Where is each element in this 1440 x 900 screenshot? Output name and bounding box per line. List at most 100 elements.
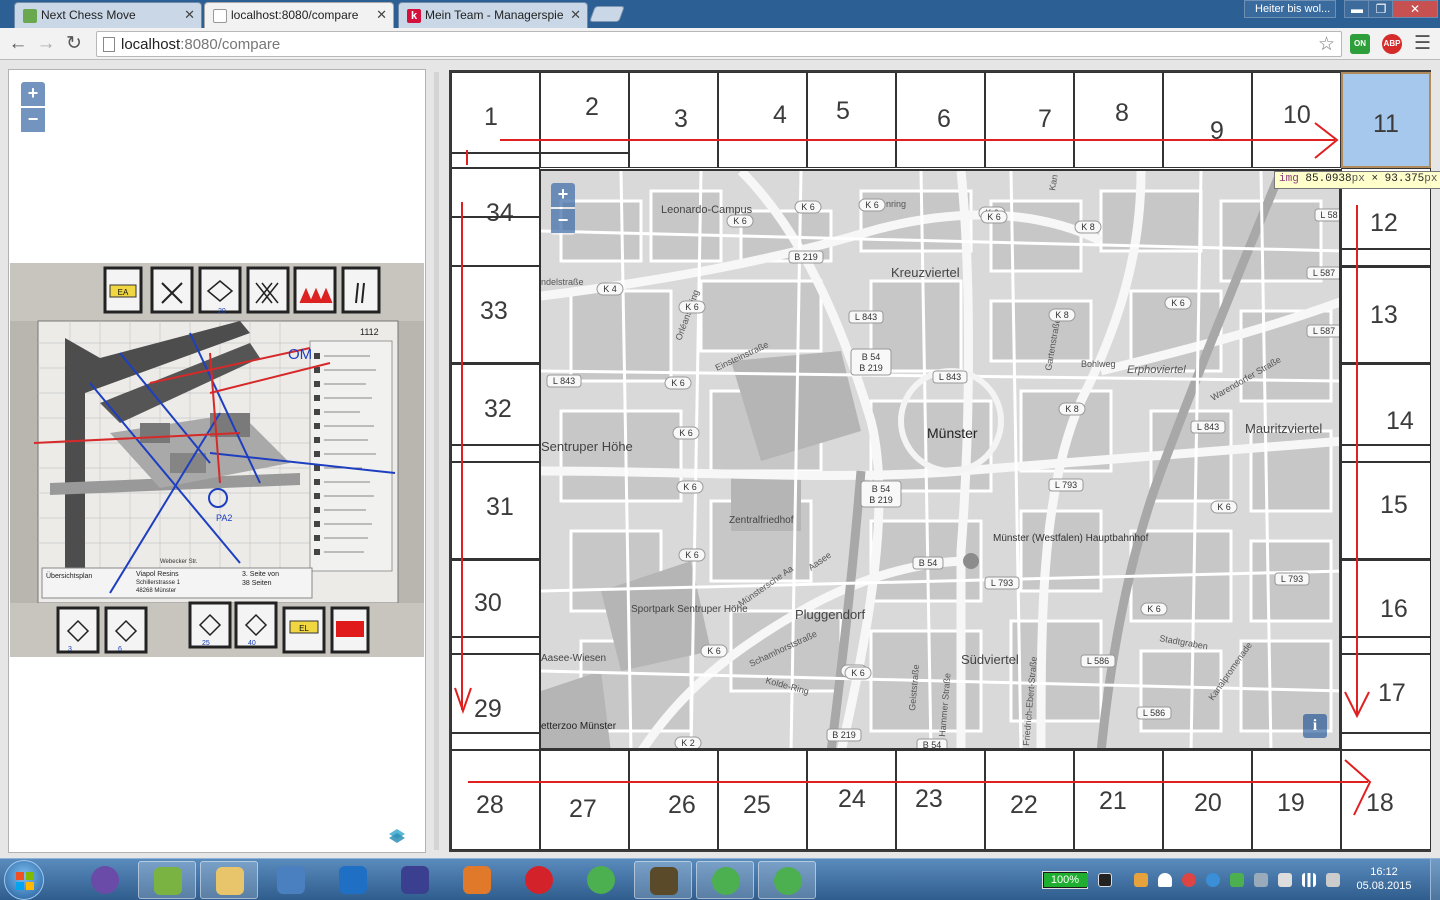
board-field-5[interactable]: 5 bbox=[807, 72, 896, 168]
chrome-icon bbox=[587, 866, 615, 894]
board-field-32[interactable]: 32 bbox=[451, 364, 540, 462]
board-field-8[interactable]: 8 bbox=[1074, 72, 1163, 168]
close-tab-icon[interactable]: ✕ bbox=[376, 7, 387, 23]
close-tab-icon[interactable]: ✕ bbox=[184, 7, 195, 23]
adblock-plus-icon[interactable]: ABP bbox=[1382, 34, 1402, 54]
back-arrow-icon[interactable]: ← bbox=[6, 32, 30, 56]
extension-on-icon[interactable]: ON bbox=[1350, 34, 1370, 54]
security-shield-icon[interactable] bbox=[1230, 873, 1244, 887]
svg-text:L 843: L 843 bbox=[553, 376, 575, 386]
svg-text:K 6: K 6 bbox=[707, 646, 721, 656]
svg-text:K 6: K 6 bbox=[685, 550, 699, 560]
battery-indicator[interactable]: 100% bbox=[1042, 871, 1088, 889]
board-field-29[interactable]: 29 bbox=[451, 654, 540, 750]
chrome-menu-icon[interactable]: ☰ bbox=[1414, 32, 1431, 55]
reload-icon[interactable]: ↻ bbox=[62, 32, 86, 56]
volume-muted-icon[interactable] bbox=[1326, 873, 1340, 887]
windows-taskbar: 100% 16:12 05.08.2015 bbox=[0, 858, 1440, 900]
taskbar-opera[interactable] bbox=[510, 861, 568, 899]
board-field-4[interactable]: 4 bbox=[718, 72, 807, 168]
board-field-19[interactable]: 19 bbox=[1252, 750, 1341, 850]
url-text[interactable]: localhost:8080/compare bbox=[121, 36, 280, 53]
layers-icon[interactable] bbox=[387, 825, 407, 845]
tab-title: Next Chess Move bbox=[41, 8, 136, 22]
chrome-tray-icon[interactable] bbox=[1182, 873, 1196, 887]
forward-arrow-icon[interactable]: → bbox=[34, 32, 58, 56]
clock[interactable]: 16:12 05.08.2015 bbox=[1354, 865, 1414, 893]
close-tab-icon[interactable]: ✕ bbox=[570, 7, 581, 23]
board-field-30[interactable]: 30 bbox=[451, 560, 540, 654]
show-desktop-button[interactable] bbox=[1430, 859, 1440, 900]
board-field-14[interactable]: 14 bbox=[1341, 364, 1431, 462]
taskbar-file-explorer[interactable] bbox=[200, 861, 258, 899]
power-plug-icon[interactable] bbox=[1098, 873, 1112, 887]
taskbar-chrome[interactable] bbox=[696, 861, 754, 899]
panel-splitter[interactable] bbox=[434, 72, 439, 850]
bookmark-star-icon[interactable]: ☆ bbox=[1318, 33, 1335, 56]
board-field-28[interactable]: 28 bbox=[451, 750, 540, 850]
city-map[interactable]: Leonardo-Campus Kreuzviertel Erphovierte… bbox=[539, 169, 1341, 750]
left-map-panel[interactable]: + − EA 20 1112 Übersichtsplan Viapol Res… bbox=[8, 69, 426, 853]
street-map-graphic: Leonardo-Campus Kreuzviertel Erphovierte… bbox=[541, 171, 1339, 750]
board-field-21[interactable]: 21 bbox=[1074, 750, 1163, 850]
board-field-22[interactable]: 22 bbox=[985, 750, 1074, 850]
device-icon[interactable] bbox=[1278, 873, 1292, 887]
svg-text:Übersichtsplan: Übersichtsplan bbox=[46, 572, 92, 580]
board-field-27[interactable]: 27 bbox=[540, 750, 629, 850]
new-tab-button[interactable] bbox=[589, 6, 625, 22]
browser-toolbar: ← → ↻ localhost:8080/compare ☆ ON ABP ☰ bbox=[0, 28, 1440, 60]
notification-bell-icon[interactable] bbox=[1158, 873, 1172, 887]
board-field-25[interactable]: 25 bbox=[718, 750, 807, 850]
board-divider bbox=[1341, 636, 1431, 638]
board-field-11[interactable]: 11 bbox=[1341, 72, 1431, 168]
svg-text:B 219: B 219 bbox=[794, 252, 818, 262]
board-field-10[interactable]: 10 bbox=[1252, 72, 1341, 168]
wifi-signal-icon[interactable] bbox=[1302, 873, 1316, 887]
board-field-20[interactable]: 20 bbox=[1163, 750, 1252, 850]
maximize-button[interactable]: ❐ bbox=[1368, 0, 1394, 18]
weather-widget[interactable]: Heiter bis wol... bbox=[1244, 0, 1336, 18]
board-field-9[interactable]: 9 bbox=[1163, 72, 1252, 168]
board-field-26[interactable]: 26 bbox=[629, 750, 718, 850]
board-field-33[interactable]: 33 bbox=[451, 266, 540, 364]
taskbar-chrome[interactable] bbox=[758, 861, 816, 899]
map-info-button[interactable]: i bbox=[1303, 714, 1327, 738]
zoom-in-button[interactable]: + bbox=[21, 82, 45, 106]
board-divider bbox=[1341, 558, 1431, 560]
board-field-24[interactable]: 24 bbox=[807, 750, 896, 850]
board-field-3[interactable]: 3 bbox=[629, 72, 718, 168]
tab-mein-team[interactable]: k Mein Team - Managerspie ✕ bbox=[398, 2, 588, 28]
taskbar-chrome[interactable] bbox=[572, 861, 630, 899]
minimize-button[interactable]: ▬ bbox=[1344, 0, 1370, 18]
address-bar[interactable]: localhost:8080/compare ☆ bbox=[96, 31, 1342, 57]
map-zoom-out-button[interactable]: − bbox=[551, 209, 575, 233]
taskbar-java-ee-ide[interactable] bbox=[634, 861, 692, 899]
board-field-7[interactable]: 7 bbox=[985, 72, 1074, 168]
board-field-15[interactable]: 15 bbox=[1341, 462, 1431, 560]
board-field-17[interactable]: 17 bbox=[1341, 654, 1431, 750]
board-field-number: 28 bbox=[476, 791, 504, 819]
board-field-13[interactable]: 13 bbox=[1341, 266, 1431, 364]
board-field-16[interactable]: 16 bbox=[1341, 560, 1431, 654]
close-window-button[interactable]: ✕ bbox=[1392, 0, 1438, 18]
tray-app-icon[interactable] bbox=[1134, 873, 1148, 887]
update-icon[interactable] bbox=[1206, 873, 1220, 887]
board-field-31[interactable]: 31 bbox=[451, 462, 540, 560]
taskbar-remote-desktop[interactable] bbox=[262, 861, 320, 899]
tab-compare[interactable]: localhost:8080/compare ✕ bbox=[204, 2, 394, 29]
map-zoom-in-button[interactable]: + bbox=[551, 183, 575, 207]
network-share-icon[interactable] bbox=[1254, 873, 1268, 887]
zoom-out-button[interactable]: − bbox=[21, 108, 45, 132]
taskbar-notepad-plus[interactable] bbox=[138, 861, 196, 899]
taskbar-cat-app[interactable] bbox=[76, 861, 134, 899]
start-button[interactable] bbox=[4, 860, 44, 900]
board-field-18[interactable]: 18 bbox=[1341, 750, 1431, 850]
taskbar-matlab[interactable] bbox=[448, 861, 506, 899]
svg-text:B 54: B 54 bbox=[923, 740, 942, 750]
board-field-number: 13 bbox=[1370, 301, 1398, 329]
board-field-6[interactable]: 6 bbox=[896, 72, 985, 168]
taskbar-outlook[interactable] bbox=[324, 861, 382, 899]
taskbar-eclipse[interactable] bbox=[386, 861, 444, 899]
tab-next-chess-move[interactable]: Next Chess Move ✕ bbox=[14, 2, 202, 28]
board-field-23[interactable]: 23 bbox=[896, 750, 985, 850]
